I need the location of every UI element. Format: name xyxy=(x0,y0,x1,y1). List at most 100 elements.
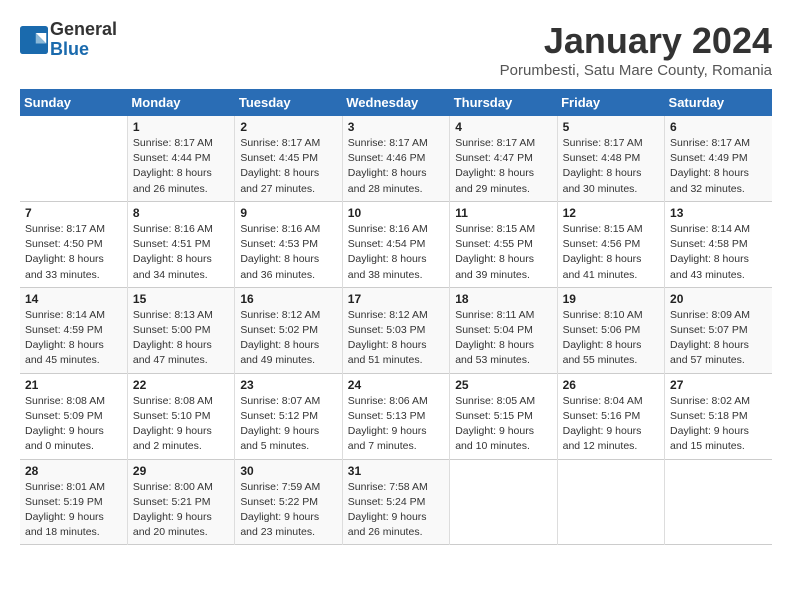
week-row-2: 7 Sunrise: 8:17 AMSunset: 4:50 PMDaylight… xyxy=(20,201,772,287)
calendar-cell xyxy=(450,459,557,545)
calendar-cell: 20Sunrise: 8:09 AMSunset: 5:07 PMDayligh… xyxy=(665,287,772,373)
calendar-cell: 2Sunrise: 8:17 AMSunset: 4:45 PMDaylight… xyxy=(235,116,342,201)
calendar-cell: 9Sunrise: 8:16 AMSunset: 4:53 PMDaylight… xyxy=(235,201,342,287)
day-number: 23 xyxy=(240,378,336,392)
day-number: 30 xyxy=(240,464,336,478)
day-info: Sunrise: 8:12 AMSunset: 5:03 PMDaylight:… xyxy=(348,308,444,369)
header-row: SundayMondayTuesdayWednesdayThursdayFrid… xyxy=(20,89,772,116)
day-number: 31 xyxy=(348,464,444,478)
calendar-cell: 16 Sunrise: 8:12 AMSunset: 5:02 PMDayligh… xyxy=(235,287,342,373)
day-number: 29 xyxy=(133,464,229,478)
day-number: 15 xyxy=(133,292,229,306)
calendar-header: SundayMondayTuesdayWednesdayThursdayFrid… xyxy=(20,89,772,116)
day-info: Sunrise: 8:12 AMSunset: 5:02 PMDaylight:… xyxy=(240,308,336,369)
calendar-cell: 31 Sunrise: 7:58 AMSunset: 5:24 PMDayligh… xyxy=(342,459,449,545)
day-number: 20 xyxy=(670,292,767,306)
day-number: 7 xyxy=(25,206,122,220)
logo-blue: Blue xyxy=(50,40,117,60)
day-number: 17 xyxy=(348,292,444,306)
day-header-thursday: Thursday xyxy=(450,89,557,116)
calendar-cell: 30 Sunrise: 7:59 AMSunset: 5:22 PMDayligh… xyxy=(235,459,342,545)
day-info: Sunrise: 8:17 AMSunset: 4:49 PMDaylight:… xyxy=(670,136,767,197)
day-number: 10 xyxy=(348,206,444,220)
calendar-cell: 8Sunrise: 8:16 AMSunset: 4:51 PMDaylight… xyxy=(127,201,234,287)
logo-text: General Blue xyxy=(50,20,117,60)
day-header-sunday: Sunday xyxy=(20,89,127,116)
logo: General Blue xyxy=(20,20,117,60)
day-header-wednesday: Wednesday xyxy=(342,89,449,116)
calendar-cell: 27 Sunrise: 8:02 AMSunset: 5:18 PMDayligh… xyxy=(665,373,772,459)
day-number: 22 xyxy=(133,378,229,392)
calendar-cell: 10 Sunrise: 8:16 AMSunset: 4:54 PMDayligh… xyxy=(342,201,449,287)
calendar-cell: 5 Sunrise: 8:17 AMSunset: 4:48 PMDaylight… xyxy=(557,116,664,201)
day-info: Sunrise: 8:17 AMSunset: 4:47 PMDaylight:… xyxy=(455,136,551,197)
week-row-3: 14Sunrise: 8:14 AMSunset: 4:59 PMDayligh… xyxy=(20,287,772,373)
day-number: 4 xyxy=(455,120,551,134)
day-info: Sunrise: 8:07 AMSunset: 5:12 PMDaylight:… xyxy=(240,394,336,455)
calendar-cell: 7 Sunrise: 8:17 AMSunset: 4:50 PMDaylight… xyxy=(20,201,127,287)
calendar-cell xyxy=(20,116,127,201)
day-number: 5 xyxy=(563,120,659,134)
day-info: Sunrise: 8:17 AMSunset: 4:46 PMDaylight:… xyxy=(348,136,444,197)
calendar-table: SundayMondayTuesdayWednesdayThursdayFrid… xyxy=(20,89,772,545)
day-info: Sunrise: 8:16 AMSunset: 4:54 PMDaylight:… xyxy=(348,222,444,283)
day-number: 6 xyxy=(670,120,767,134)
calendar-cell xyxy=(665,459,772,545)
day-info: Sunrise: 8:10 AMSunset: 5:06 PMDaylight:… xyxy=(563,308,659,369)
day-number: 1 xyxy=(133,120,229,134)
calendar-cell: 3Sunrise: 8:17 AMSunset: 4:46 PMDaylight… xyxy=(342,116,449,201)
calendar-cell: 23 Sunrise: 8:07 AMSunset: 5:12 PMDayligh… xyxy=(235,373,342,459)
week-row-5: 28Sunrise: 8:01 AMSunset: 5:19 PMDayligh… xyxy=(20,459,772,545)
calendar-cell: 24 Sunrise: 8:06 AMSunset: 5:13 PMDayligh… xyxy=(342,373,449,459)
calendar-cell: 26 Sunrise: 8:04 AMSunset: 5:16 PMDayligh… xyxy=(557,373,664,459)
day-info: Sunrise: 8:00 AMSunset: 5:21 PMDaylight:… xyxy=(133,480,229,541)
day-number: 14 xyxy=(25,292,122,306)
calendar-cell: 17 Sunrise: 8:12 AMSunset: 5:03 PMDayligh… xyxy=(342,287,449,373)
page-header: General Blue January 2024 Porumbesti, Sa… xyxy=(20,20,772,79)
day-info: Sunrise: 8:06 AMSunset: 5:13 PMDaylight:… xyxy=(348,394,444,455)
calendar-cell: 29 Sunrise: 8:00 AMSunset: 5:21 PMDayligh… xyxy=(127,459,234,545)
calendar-subtitle: Porumbesti, Satu Mare County, Romania xyxy=(500,62,772,79)
day-header-tuesday: Tuesday xyxy=(235,89,342,116)
day-number: 12 xyxy=(563,206,659,220)
day-number: 9 xyxy=(240,206,336,220)
day-header-friday: Friday xyxy=(557,89,664,116)
logo-icon xyxy=(20,26,48,54)
calendar-cell: 21Sunrise: 8:08 AMSunset: 5:09 PMDayligh… xyxy=(20,373,127,459)
day-number: 18 xyxy=(455,292,551,306)
day-info: Sunrise: 8:08 AMSunset: 5:09 PMDaylight:… xyxy=(25,394,122,455)
calendar-cell: 11 Sunrise: 8:15 AMSunset: 4:55 PMDayligh… xyxy=(450,201,557,287)
day-info: Sunrise: 8:15 AMSunset: 4:55 PMDaylight:… xyxy=(455,222,551,283)
title-block: January 2024 Porumbesti, Satu Mare Count… xyxy=(500,20,772,79)
logo-general: General xyxy=(50,20,117,40)
week-row-1: 1 Sunrise: 8:17 AMSunset: 4:44 PMDaylight… xyxy=(20,116,772,201)
day-number: 28 xyxy=(25,464,122,478)
week-row-4: 21Sunrise: 8:08 AMSunset: 5:09 PMDayligh… xyxy=(20,373,772,459)
day-info: Sunrise: 8:17 AMSunset: 4:44 PMDaylight:… xyxy=(133,136,229,197)
day-info: Sunrise: 8:17 AMSunset: 4:50 PMDaylight:… xyxy=(25,222,122,283)
calendar-title: January 2024 xyxy=(500,20,772,62)
day-info: Sunrise: 8:11 AMSunset: 5:04 PMDaylight:… xyxy=(455,308,551,369)
day-info: Sunrise: 8:17 AMSunset: 4:48 PMDaylight:… xyxy=(563,136,659,197)
calendar-cell: 4 Sunrise: 8:17 AMSunset: 4:47 PMDaylight… xyxy=(450,116,557,201)
day-number: 19 xyxy=(563,292,659,306)
day-info: Sunrise: 8:02 AMSunset: 5:18 PMDaylight:… xyxy=(670,394,767,455)
day-number: 11 xyxy=(455,206,551,220)
day-header-monday: Monday xyxy=(127,89,234,116)
day-number: 16 xyxy=(240,292,336,306)
day-number: 13 xyxy=(670,206,767,220)
day-number: 25 xyxy=(455,378,551,392)
calendar-cell: 19 Sunrise: 8:10 AMSunset: 5:06 PMDayligh… xyxy=(557,287,664,373)
day-number: 24 xyxy=(348,378,444,392)
day-info: Sunrise: 8:15 AMSunset: 4:56 PMDaylight:… xyxy=(563,222,659,283)
day-info: Sunrise: 8:14 AMSunset: 4:58 PMDaylight:… xyxy=(670,222,767,283)
day-info: Sunrise: 7:58 AMSunset: 5:24 PMDaylight:… xyxy=(348,480,444,541)
day-info: Sunrise: 8:08 AMSunset: 5:10 PMDaylight:… xyxy=(133,394,229,455)
day-info: Sunrise: 8:04 AMSunset: 5:16 PMDaylight:… xyxy=(563,394,659,455)
calendar-cell: 28Sunrise: 8:01 AMSunset: 5:19 PMDayligh… xyxy=(20,459,127,545)
calendar-cell: 6 Sunrise: 8:17 AMSunset: 4:49 PMDaylight… xyxy=(665,116,772,201)
day-number: 27 xyxy=(670,378,767,392)
calendar-cell: 12 Sunrise: 8:15 AMSunset: 4:56 PMDayligh… xyxy=(557,201,664,287)
day-number: 26 xyxy=(563,378,659,392)
day-info: Sunrise: 7:59 AMSunset: 5:22 PMDaylight:… xyxy=(240,480,336,541)
